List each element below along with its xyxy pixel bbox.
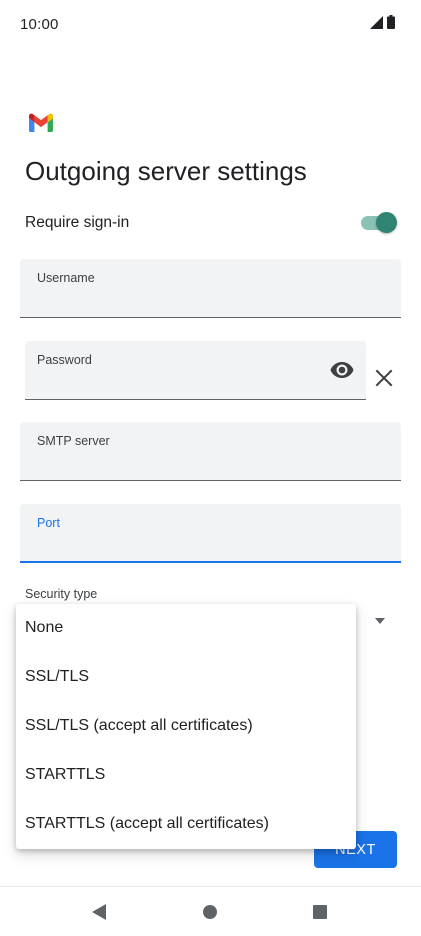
require-signin-label: Require sign-in: [25, 214, 130, 231]
status-bar: 10:00: [0, 0, 421, 50]
require-signin-row[interactable]: Require sign-in: [25, 210, 397, 236]
home-icon[interactable]: [203, 905, 217, 919]
menu-item-none[interactable]: None: [16, 604, 356, 652]
back-icon[interactable]: [92, 904, 107, 920]
recents-icon[interactable]: [313, 905, 327, 919]
smtp-server-label: SMTP server: [37, 434, 110, 448]
menu-item-starttls[interactable]: STARTTLS: [16, 750, 356, 799]
eye-icon[interactable]: [330, 361, 354, 379]
port-field[interactable]: Port: [20, 504, 401, 563]
smtp-server-field[interactable]: SMTP server: [20, 422, 401, 481]
require-signin-switch[interactable]: [361, 211, 397, 235]
password-label: Password: [37, 353, 92, 367]
username-label: Username: [37, 271, 95, 285]
navigation-bar: [0, 886, 421, 936]
security-type-label: Security type: [25, 587, 98, 601]
status-time: 10:00: [20, 16, 59, 33]
username-field[interactable]: Username: [20, 259, 401, 318]
page-title: Outgoing server settings: [25, 156, 307, 186]
menu-item-ssl-tls-accept-all[interactable]: SSL/TLS (accept all certificates): [16, 701, 356, 750]
menu-item-starttls-accept-all[interactable]: STARTTLS (accept all certificates): [16, 800, 356, 849]
battery-icon: [387, 15, 395, 29]
signal-icon: [370, 16, 383, 29]
close-icon[interactable]: [374, 368, 394, 388]
password-field[interactable]: Password: [25, 341, 366, 400]
port-label: Port: [37, 516, 60, 530]
gmail-logo: [29, 113, 53, 132]
menu-item-ssl-tls[interactable]: SSL/TLS: [16, 652, 356, 701]
chevron-down-icon[interactable]: [374, 617, 386, 625]
status-icons: [370, 15, 395, 29]
security-type-menu: None SSL/TLS SSL/TLS (accept all certifi…: [16, 604, 356, 849]
switch-thumb: [376, 212, 397, 233]
